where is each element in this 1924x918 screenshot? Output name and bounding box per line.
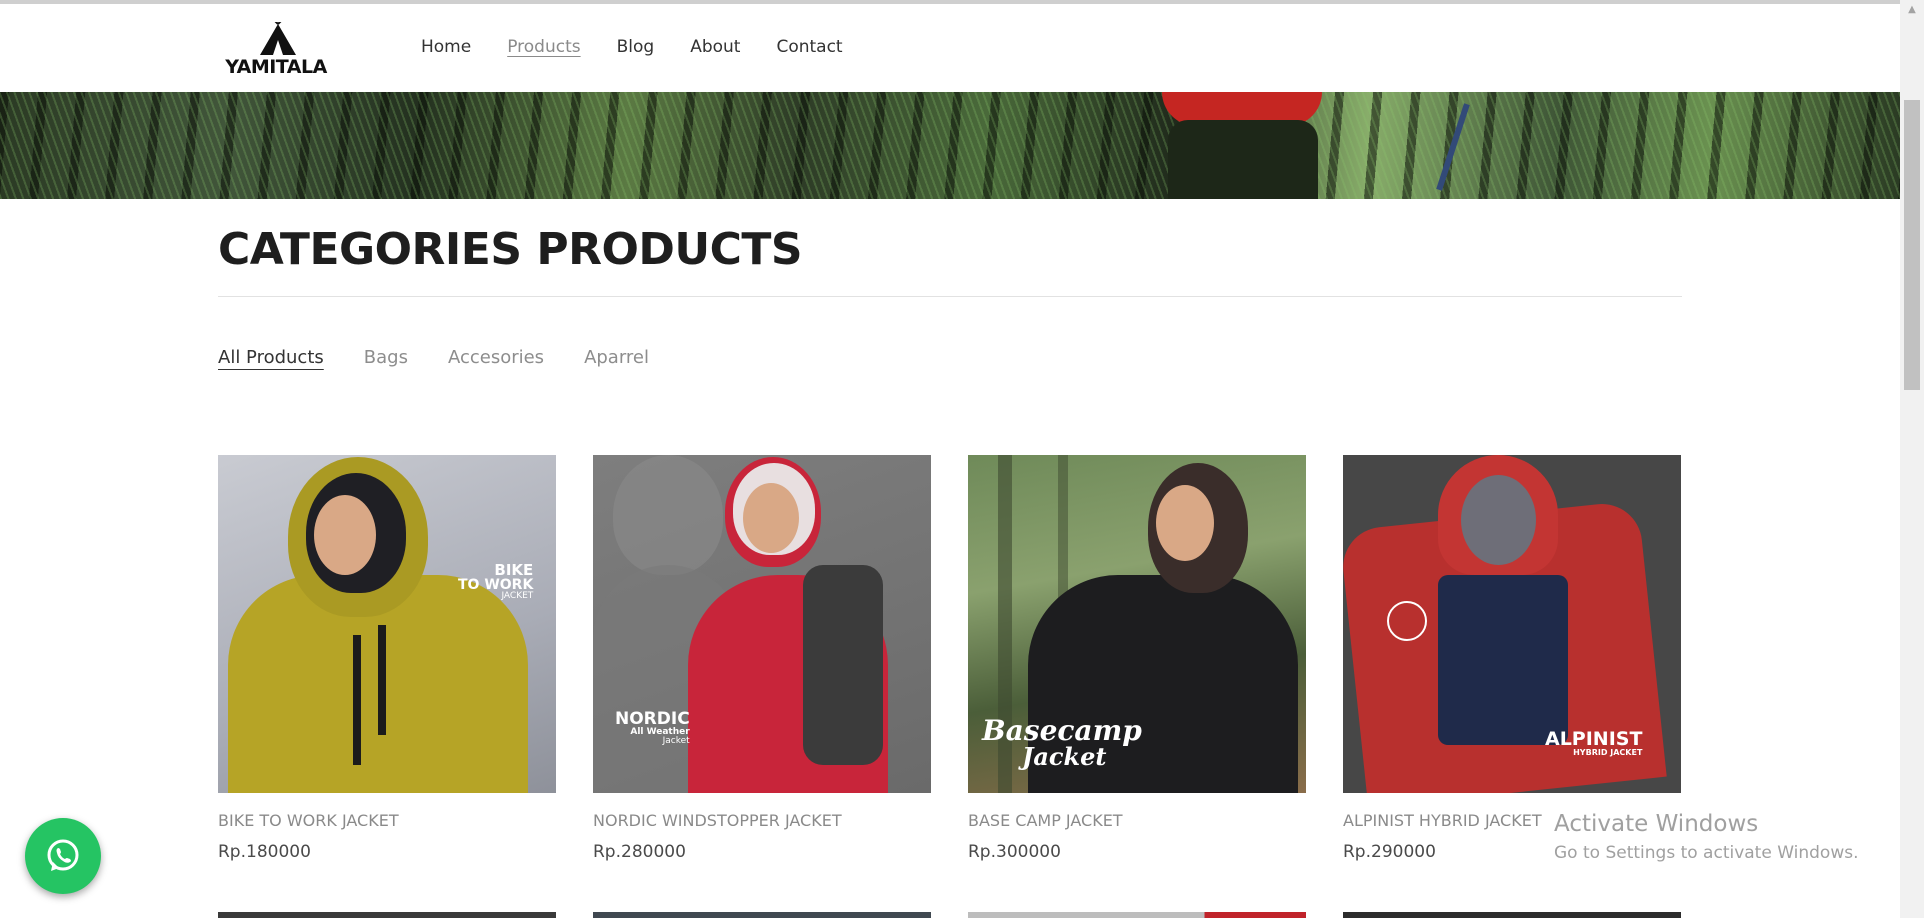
ghost-figure-shape — [613, 455, 723, 575]
product-card[interactable]: NORDIC All Weather Jacket NORDIC WINDSTO… — [593, 455, 931, 862]
filter-accesories[interactable]: Accesories — [448, 347, 544, 368]
product-card-partial[interactable] — [218, 912, 556, 918]
product-card[interactable]: ALPINIST HYBRID JACKET ALPINIST HYBRID J… — [1343, 455, 1681, 862]
nav-contact[interactable]: Contact — [776, 37, 842, 57]
image-label: NORDIC All Weather Jacket — [615, 709, 690, 746]
face-shape — [1156, 485, 1214, 561]
product-price: Rp.180000 — [218, 842, 311, 862]
product-price: Rp.300000 — [968, 842, 1061, 862]
product-image[interactable]: BIKE TO WORK JACKET — [218, 455, 556, 793]
scroll-thumb[interactable] — [1904, 100, 1920, 390]
navy-panel-shape — [1438, 575, 1568, 745]
product-image[interactable]: Basecamp Jacket — [968, 455, 1306, 793]
scroll-up-arrow-icon[interactable]: ▲ — [1900, 4, 1924, 20]
product-image[interactable]: NORDIC All Weather Jacket — [593, 455, 931, 793]
title-divider — [218, 296, 1682, 297]
hero-banner — [0, 92, 1900, 199]
product-name[interactable]: BASE CAMP JACKET — [968, 811, 1306, 830]
whatsapp-button[interactable] — [25, 818, 101, 894]
tent-logo-icon — [260, 22, 296, 55]
zipper-shape — [378, 625, 386, 735]
site-header: YAMITALA Home Products Blog About Contac… — [0, 4, 1900, 92]
nav-about[interactable]: About — [690, 37, 740, 57]
product-name[interactable]: NORDIC WINDSTOPPER JACKET — [593, 811, 931, 830]
activate-windows-watermark: Activate Windows Go to Settings to activ… — [1554, 811, 1859, 863]
activate-windows-title: Activate Windows — [1554, 811, 1759, 837]
nav-home[interactable]: Home — [421, 37, 471, 57]
category-filters: All Products Bags Accesories Aparrel — [218, 347, 689, 368]
product-image[interactable]: ALPINIST HYBRID JACKET — [1343, 455, 1681, 793]
image-label: Basecamp Jacket — [982, 714, 1142, 771]
image-label: BIKE TO WORK JACKET — [458, 561, 534, 601]
backpack-shape — [803, 565, 883, 765]
hood-lining-shape — [1461, 475, 1536, 565]
face-shape — [743, 483, 799, 553]
vertical-scrollbar[interactable]: ▲ — [1900, 0, 1924, 918]
product-card[interactable]: Basecamp Jacket BASE CAMP JACKET Rp.3000… — [968, 455, 1306, 862]
main-nav: Home Products Blog About Contact — [421, 37, 879, 57]
alpinist-badge-icon — [1387, 601, 1427, 641]
zipper-shape — [353, 635, 361, 765]
product-card-partial[interactable] — [968, 912, 1306, 918]
nav-blog[interactable]: Blog — [617, 37, 655, 57]
face-shape — [314, 495, 376, 575]
filter-aparrel[interactable]: Aparrel — [584, 347, 649, 368]
hero-grass — [0, 92, 1900, 199]
product-price: Rp.280000 — [593, 842, 686, 862]
product-card-partial[interactable] — [593, 912, 931, 918]
logo-text: YAMITALA — [225, 56, 327, 78]
product-name[interactable]: BIKE TO WORK JACKET — [218, 811, 556, 830]
hero-hiker — [1168, 120, 1318, 199]
filter-bags[interactable]: Bags — [364, 347, 408, 368]
filter-all-products[interactable]: All Products — [218, 347, 324, 368]
product-card[interactable]: BIKE TO WORK JACKET BIKE TO WORK JACKET … — [218, 455, 556, 862]
nav-products[interactable]: Products — [507, 37, 580, 57]
whatsapp-icon — [47, 839, 79, 871]
activate-windows-subtitle: Go to Settings to activate Windows. — [1554, 843, 1859, 863]
product-card-partial[interactable] — [1343, 912, 1681, 918]
image-label: ALPINIST HYBRID JACKET — [1545, 728, 1643, 757]
product-grid: BIKE TO WORK JACKET BIKE TO WORK JACKET … — [218, 455, 1682, 875]
site-logo[interactable]: YAMITALA — [218, 22, 334, 80]
page-title: CATEGORIES PRODUCTS — [218, 224, 803, 275]
